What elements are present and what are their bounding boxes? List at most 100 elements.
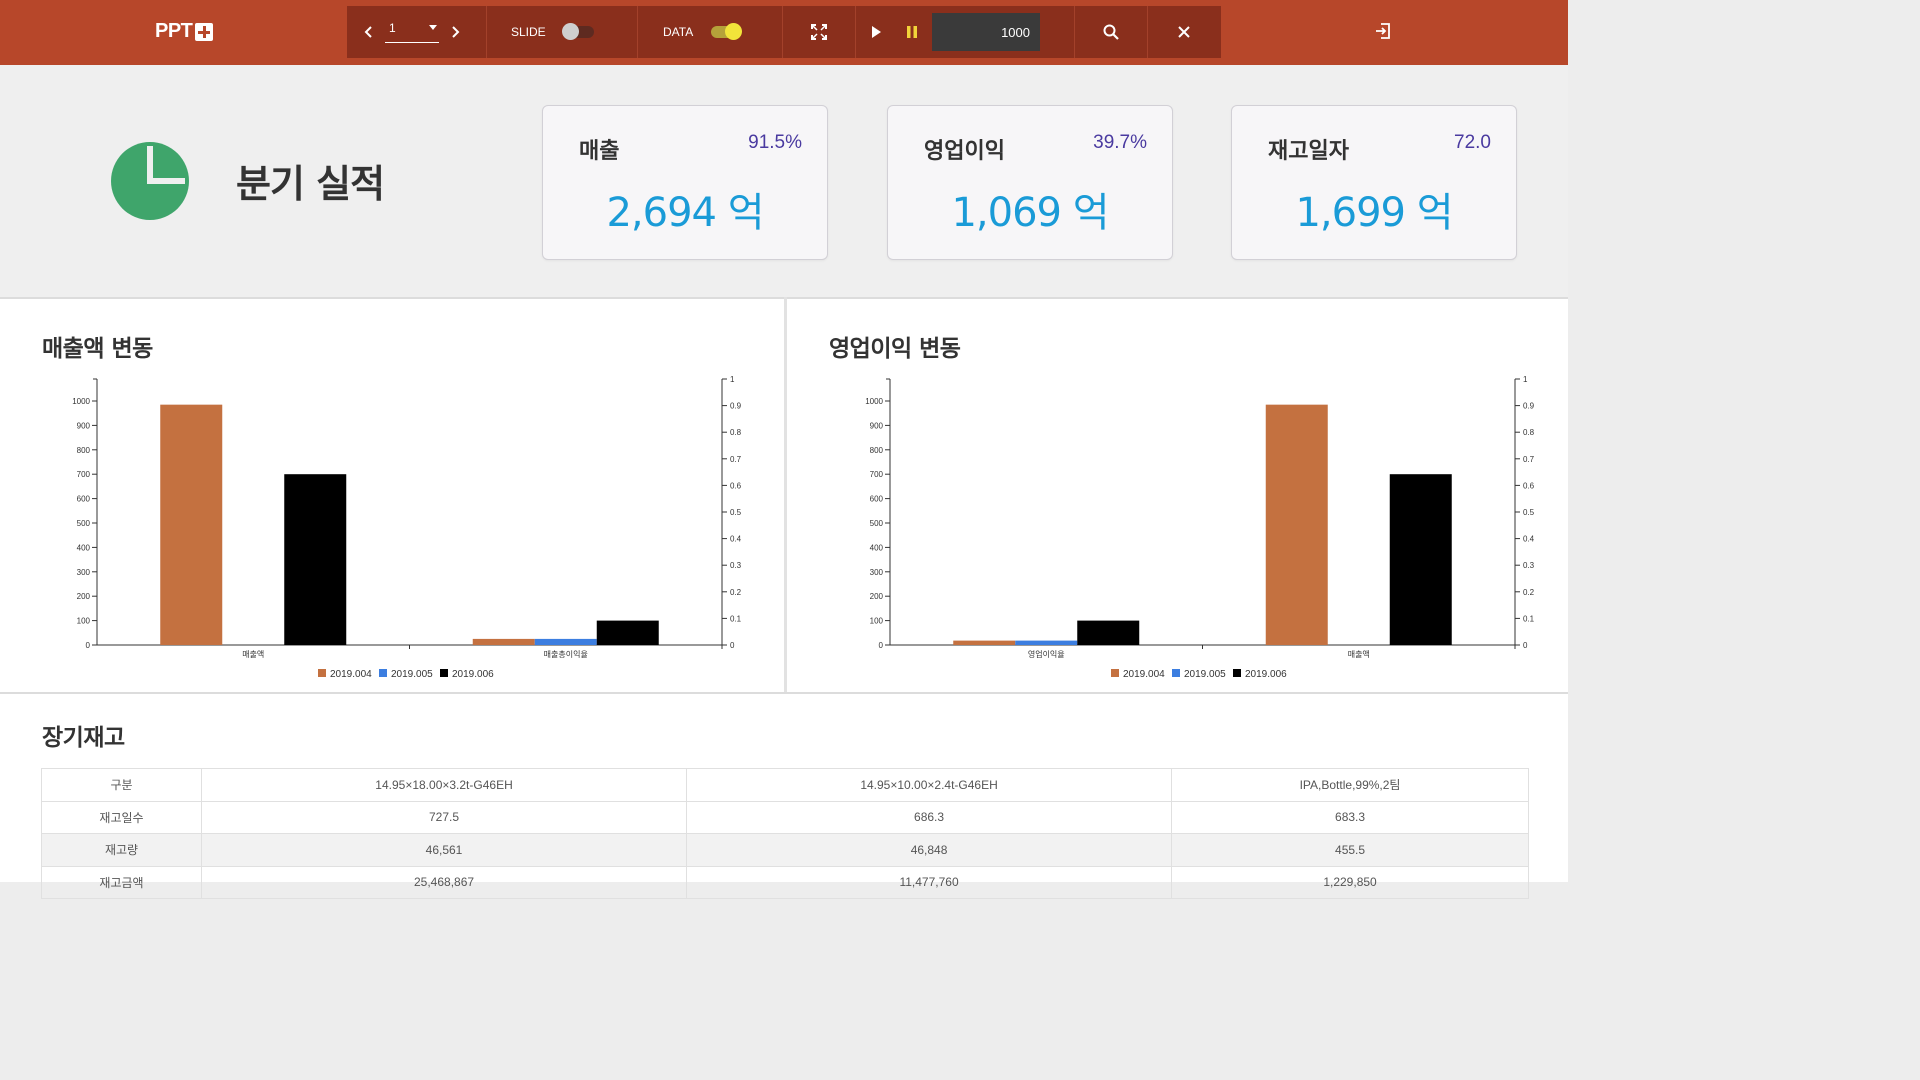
y2-tick-label: 0.6 — [730, 481, 742, 490]
y2-tick-label: 0.1 — [1523, 614, 1535, 623]
close-icon[interactable] — [1177, 25, 1191, 39]
row-header: 재고일수 — [41, 800, 202, 834]
legend-swatch — [440, 669, 448, 677]
kpi-card-sales: 매출 91.5% 2,694 억 — [542, 105, 828, 260]
play-icon[interactable] — [856, 25, 896, 39]
chevron-down-icon — [429, 25, 437, 30]
kpi-percent: 91.5% — [748, 132, 802, 153]
y-tick-label: 600 — [77, 495, 91, 504]
y2-tick-label: 0.8 — [730, 428, 742, 437]
section-title: 장기재고 — [42, 725, 125, 751]
kpi-value: 2,694 억 — [606, 190, 764, 236]
y-tick-label: 900 — [870, 421, 884, 430]
legend-swatch — [379, 669, 387, 677]
y-tick-label: 600 — [870, 495, 884, 504]
legend-swatch — [318, 669, 326, 677]
data-toggle[interactable] — [711, 23, 743, 40]
data-toggle-group: DATA — [638, 6, 783, 58]
x-tick-label: 매출총이익율 — [544, 649, 588, 659]
y-tick-label: 1000 — [72, 397, 90, 406]
page-select[interactable]: 1 — [385, 21, 439, 43]
long-term-inventory-section: 장기재고 구분 14.95×18.00×3.2t-G46EH 14.95×10.00… — [0, 692, 1568, 899]
y-tick-label: 0 — [86, 641, 91, 650]
y-tick-label: 500 — [870, 519, 884, 528]
bar — [1389, 474, 1452, 645]
y2-tick-label: 0.3 — [1523, 561, 1535, 570]
kpi-percent: 39.7% — [1093, 132, 1147, 153]
kpi-label: 매출 — [579, 139, 620, 164]
bar — [596, 620, 659, 645]
plus-icon — [195, 22, 214, 41]
chart-plot: 0 100 200 300 400 500 600 700 800 900 1000 0 0.1 0.2 0… — [72, 375, 741, 680]
y2-tick-label: 0.8 — [1523, 428, 1535, 437]
y2-tick-label: 0.3 — [730, 561, 742, 570]
y2-tick-label: 0.5 — [730, 508, 742, 517]
y-tick-label: 100 — [77, 617, 91, 626]
data-label: DATA — [663, 25, 694, 39]
table-cell: 14.95×18.00×3.2t-G46EH — [200, 768, 688, 802]
y-tick-label: 500 — [77, 519, 91, 528]
kpi-card-inventory-days: 재고일자 72.0 1,699 억 — [1231, 105, 1517, 260]
table-cell: 46,561 — [200, 833, 688, 867]
kpi-value: 1,699 억 — [1295, 190, 1453, 236]
table-cell: 455.5 — [1171, 833, 1529, 867]
close-group — [1148, 6, 1220, 58]
y2-tick-label: 0 — [730, 641, 735, 650]
chevron-left-icon[interactable] — [363, 25, 375, 39]
y2-tick-label: 0 — [1523, 641, 1528, 650]
slide-toggle[interactable] — [561, 23, 594, 40]
x-tick-label: 매출액 — [242, 649, 264, 659]
search-icon[interactable] — [1103, 24, 1119, 40]
y2-tick-label: 0.4 — [1523, 535, 1535, 544]
bar — [1015, 640, 1078, 645]
kpi-percent: 72.0 — [1454, 132, 1491, 153]
bar — [953, 640, 1016, 645]
table-cell: 46,848 — [686, 833, 1173, 867]
y2-tick-label: 0.5 — [1523, 508, 1535, 517]
sales-change-chart: 0 100 200 300 400 500 600 700 800 900 1000 0 0.1 0.2 0… — [72, 375, 741, 680]
y-tick-label: 0 — [879, 641, 884, 650]
x-tick-label: 매출액 — [1348, 649, 1370, 659]
fullscreen-icon[interactable] — [811, 24, 827, 40]
table-cell: 727.5 — [200, 800, 688, 834]
sales-change-panel: 매출액 변동 0 100 200 300 400 500 600 700 800 900 1000 0… — [0, 297, 784, 692]
y2-tick-label: 1 — [1523, 375, 1528, 384]
y-tick-label: 200 — [870, 592, 884, 601]
y-tick-label: 700 — [870, 470, 884, 479]
table-cell: 686.3 — [686, 800, 1173, 834]
table-cell: IPA,Bottle,99%,2팀 — [1171, 768, 1529, 802]
fullscreen-group — [783, 6, 856, 58]
legend-swatch — [1172, 669, 1180, 677]
table-row: 재고량 46,561 46,848 455.5 — [41, 833, 1529, 867]
table-cell: 14.95×10.00×2.4t-G46EH — [686, 768, 1173, 802]
chevron-right-icon[interactable] — [449, 25, 461, 39]
exit-icon[interactable] — [1374, 22, 1392, 40]
kpi-section: 분기 실적 매출 91.5% 2,694 억 영업이익 39.7% 1,069 … — [0, 65, 1568, 297]
logo-text: PPT — [155, 20, 193, 42]
kpi-label: 영업이익 — [924, 139, 1005, 164]
presentation-toolbar: 1 SLIDE DATA 1000 — [347, 6, 1221, 58]
interval-input[interactable]: 1000 — [932, 13, 1040, 51]
pause-icon[interactable] — [896, 25, 928, 39]
table-row: 재고금액 25,468,867 11,477,760 1,229,850 — [41, 865, 1529, 899]
y2-tick-label: 0.2 — [1523, 588, 1535, 597]
y-tick-label: 800 — [870, 446, 884, 455]
legend-label: 2019.004 — [1123, 669, 1165, 680]
table-cell: 1,229,850 — [1171, 865, 1529, 899]
y2-tick-label: 0.7 — [730, 455, 742, 464]
bar — [1077, 620, 1140, 645]
y-tick-label: 100 — [870, 617, 884, 626]
app-logo: PPT — [155, 20, 214, 43]
row-header: 재고금액 — [41, 865, 202, 899]
y-tick-label: 300 — [77, 568, 91, 577]
y-tick-label: 700 — [77, 470, 91, 479]
legend-label: 2019.004 — [330, 669, 372, 680]
y2-tick-label: 0.4 — [730, 535, 742, 544]
table-cell: 25,468,867 — [200, 865, 688, 899]
slide-toggle-group: SLIDE — [487, 6, 638, 58]
y-tick-label: 300 — [870, 568, 884, 577]
legend-label: 2019.006 — [452, 669, 494, 680]
y-tick-label: 800 — [77, 446, 91, 455]
y-tick-label: 1000 — [865, 397, 883, 406]
legend-label: 2019.005 — [391, 669, 433, 680]
